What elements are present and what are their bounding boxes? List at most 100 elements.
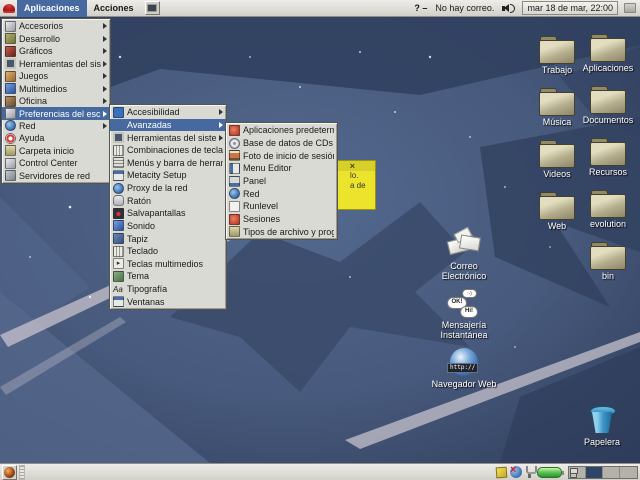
menu-item[interactable]: Combinaciones de teclas — [110, 144, 226, 157]
notification-tray — [496, 466, 562, 478]
menu-item[interactable]: Red — [2, 120, 110, 132]
menu-item[interactable]: Teclas multimedios — [110, 258, 226, 271]
desktop-folder[interactable]: evolution — [574, 190, 640, 242]
desktop-folder[interactable]: Aplicaciones — [574, 34, 640, 86]
workspace-cell[interactable] — [586, 467, 603, 478]
menubar-item[interactable]: Aplicaciones — [17, 0, 87, 17]
menu-item-label: Herramientas del sistema — [19, 59, 101, 69]
menu-item[interactable]: Tapiz — [110, 232, 226, 245]
menu-item[interactable]: Tipos de archivo y programas — [226, 225, 337, 238]
menu-item[interactable]: Oficina — [2, 95, 110, 107]
tray-icon[interactable] — [525, 466, 534, 478]
terminal-icon — [147, 4, 157, 12]
clock-applet[interactable]: mar 18 de mar, 22:00 — [522, 1, 618, 15]
launcher-label: Mensajería Instantánea — [430, 320, 498, 340]
panel-drag-handle[interactable] — [19, 465, 25, 480]
menu-item[interactable]: Herramientas del sistema — [110, 131, 226, 144]
desktop-folder[interactable]: Documentos — [574, 86, 640, 138]
icon-extra-bubble — [454, 227, 473, 243]
desktop-launcher[interactable]: http:// Navegador Web — [430, 348, 498, 389]
mail-check-applet[interactable]: No hay correo. — [435, 3, 494, 13]
menu-item[interactable]: Gráficos — [2, 45, 110, 57]
advanced-submenu: Aplicaciones predeterminadas Base de dat… — [225, 122, 338, 240]
menu-item[interactable]: Runlevel — [226, 200, 337, 213]
menu-item-label: Tapiz — [127, 234, 223, 244]
menu-item[interactable]: Teclado — [110, 245, 226, 258]
desktop-screen: Trabajo Música Videos Web Aplicaciones D… — [0, 0, 640, 480]
workspace-cell[interactable] — [603, 467, 620, 478]
menu-item-icon — [113, 208, 124, 219]
menu-item[interactable]: Aplicaciones predeterminadas — [226, 124, 337, 137]
desktop-folder[interactable]: bin — [574, 242, 640, 294]
menu-item[interactable]: Metacity Setup — [110, 169, 226, 182]
submenu-arrow-icon — [219, 135, 223, 141]
tray-applet-icon[interactable] — [624, 3, 636, 13]
icon-extra-bubble: :-) — [462, 289, 477, 298]
folder-label: Música — [543, 117, 572, 127]
top-panel: Aplicaciones Acciones ? – No hay correo.… — [0, 0, 640, 17]
close-icon[interactable]: × — [350, 162, 355, 170]
folder-label: Recursos — [589, 167, 627, 177]
tray-icon[interactable] — [496, 466, 508, 478]
submenu-arrow-icon — [103, 73, 107, 79]
menu-item[interactable]: Ventanas — [110, 295, 226, 308]
tray-icon[interactable] — [510, 466, 522, 478]
menu-item[interactable]: Carpeta inicio — [2, 145, 110, 157]
menu-item-label: Menu Editor — [243, 163, 334, 173]
menu-item[interactable]: Herramientas del sistema — [2, 57, 110, 69]
menu-item[interactable]: Multimedios — [2, 82, 110, 94]
menu-item-icon — [5, 83, 16, 94]
menu-item[interactable]: Menu Editor — [226, 162, 337, 175]
menu-item[interactable]: Red — [226, 187, 337, 200]
menu-item[interactable]: Accesorios — [2, 20, 110, 32]
submenu-arrow-icon — [103, 123, 107, 129]
tray-icon[interactable] — [537, 467, 562, 478]
trash-launcher[interactable]: Papelera — [572, 406, 632, 447]
menu-item[interactable]: Sesiones — [226, 213, 337, 226]
menu-item-icon — [5, 21, 16, 32]
menu-item[interactable]: Base de datos de CDs — [226, 137, 337, 150]
menu-item-icon — [229, 176, 240, 187]
menu-item[interactable]: Salvapantallas — [110, 207, 226, 220]
menu-item[interactable]: Juegos — [2, 70, 110, 82]
menu-item-label: Sonido — [127, 221, 223, 231]
redhat-menu-icon[interactable] — [3, 4, 15, 13]
menu-item[interactable]: Ayuda — [2, 132, 110, 144]
menubar-item-label: Acciones — [94, 3, 134, 13]
menu-item[interactable]: Sonido — [110, 220, 226, 233]
terminal-launcher-button[interactable] — [145, 1, 160, 15]
show-desktop-button[interactable] — [2, 465, 17, 480]
menubar-item[interactable]: Acciones — [87, 0, 141, 17]
menu-item-icon — [5, 33, 16, 44]
menu-item[interactable]: Avanzadas — [110, 119, 226, 132]
folder-label: Videos — [543, 169, 570, 179]
weather-applet[interactable]: ? – — [414, 3, 427, 13]
menu-item[interactable]: Control Center — [2, 157, 110, 169]
desktop-launcher[interactable]: Correo Electrónico — [430, 230, 498, 281]
volume-icon[interactable] — [502, 3, 516, 14]
menu-item-icon — [229, 188, 240, 199]
workspace-switcher — [568, 466, 638, 479]
menu-item[interactable]: Accesibilidad — [110, 106, 226, 119]
folder-label: Web — [548, 221, 566, 231]
menu-item[interactable]: Desarrollo — [2, 32, 110, 44]
menu-item[interactable]: Foto de inicio de sesión — [226, 149, 337, 162]
menu-item[interactable]: Menús y barra de herramientas — [110, 157, 226, 170]
workspace-cell[interactable] — [569, 467, 586, 478]
desktop-folder[interactable]: Recursos — [574, 138, 640, 190]
menu-item[interactable]: Panel — [226, 175, 337, 188]
menu-item-label: Runlevel — [243, 201, 334, 211]
show-desktop-icon — [4, 467, 15, 478]
menu-item[interactable]: Tipografía — [110, 283, 226, 296]
launcher-icon — [447, 230, 481, 258]
menu-item[interactable]: Tema — [110, 270, 226, 283]
workspace-cell[interactable] — [620, 467, 637, 478]
menu-item[interactable]: Servidores de red — [2, 170, 110, 182]
menu-item-icon — [5, 170, 16, 181]
folder-icon — [539, 88, 575, 115]
menu-item-icon — [113, 183, 124, 194]
menu-item[interactable]: Ratón — [110, 194, 226, 207]
menu-item[interactable]: Proxy de la red — [110, 182, 226, 195]
desktop-launcher[interactable]: :-) Mensajería Instantánea — [430, 289, 498, 340]
menu-item[interactable]: Preferencias del escritorio — [2, 107, 110, 119]
